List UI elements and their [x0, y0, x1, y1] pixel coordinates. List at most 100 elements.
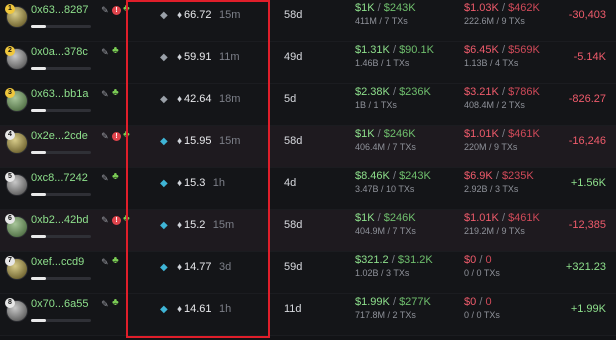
trader-cell[interactable]: 6 0xb2...42bd ✎ ! ♣ — [0, 210, 130, 251]
buy-alt-value: $236K — [399, 86, 431, 98]
holding-days: 58d — [284, 219, 303, 231]
table-row[interactable]: 2 0x0a...378c ✎ ♣ ◆ ♦ 59.91 11m 49d $1.3… — [0, 42, 616, 84]
edit-icon[interactable]: ✎ — [101, 216, 110, 225]
trade-amount: 15.95 — [184, 135, 212, 147]
activity-bar — [31, 151, 91, 154]
sell-value: $0 — [464, 254, 477, 266]
sell-separator: / — [495, 170, 499, 182]
frog-icon[interactable]: ♣ — [112, 172, 122, 182]
activity-bar-fill — [31, 277, 46, 280]
wallet-address-link[interactable]: 0x70...6a55 — [31, 298, 89, 310]
trade-amount: 14.77 — [184, 261, 212, 273]
pnl-value: +1.99K — [570, 303, 606, 315]
edit-icon[interactable]: ✎ — [101, 132, 110, 141]
buy-cell: $2.38K / $236K 1B / 1 TXs — [355, 86, 431, 110]
edit-icon[interactable]: ✎ — [101, 258, 110, 267]
sell-cell: $1.01K / $461K 219.2M / 9 TXs — [464, 212, 540, 236]
trader-cell[interactable]: 4 0x2e...2cde ✎ ! ♣ — [0, 126, 130, 167]
edit-icon[interactable]: ✎ — [101, 300, 110, 309]
trade-amount: 59.91 — [184, 51, 212, 63]
buy-separator: / — [392, 44, 396, 56]
wallet-address-link[interactable]: 0x63...8287 — [31, 4, 89, 16]
last-trade-cell: ◆ ♦ 14.61 1h — [160, 294, 270, 335]
sell-alt-value: $461K — [508, 128, 540, 140]
edit-icon[interactable]: ✎ — [101, 48, 110, 57]
sell-tx-summary: 220M / 9 TXs — [464, 142, 518, 152]
table-row[interactable]: 3 0x63...bb1a ✎ ♣ ◆ ♦ 42.64 18m 5d $2.38… — [0, 84, 616, 126]
sell-alt-value: 0 — [485, 296, 492, 308]
buy-value: $321.2 — [355, 254, 389, 266]
buy-separator: / — [377, 2, 381, 14]
table-row[interactable]: 5 0xc8...7242 ✎ ♣ ◆ ♦ 15.3 1h 4d $8.46K … — [0, 168, 616, 210]
whale-icon: ◆ — [160, 136, 168, 147]
last-trade-cell: ◆ ♦ 14.77 3d — [160, 252, 270, 293]
sell-tx-summary: 219.2M / 9 TXs — [464, 226, 525, 236]
sell-separator: / — [501, 44, 505, 56]
trade-time-ago: 1h — [219, 303, 232, 315]
wallet-address-link[interactable]: 0x0a...378c — [31, 46, 88, 58]
activity-bar-fill — [31, 235, 46, 238]
buy-alt-value: $246K — [383, 212, 416, 224]
activity-bar — [31, 277, 91, 280]
edit-icon[interactable]: ✎ — [101, 174, 110, 183]
whale-icon: ◆ — [160, 262, 168, 273]
trader-cell[interactable]: 7 0xef...ccd9 ✎ ♣ — [0, 252, 126, 293]
trader-cell[interactable]: 5 0xc8...7242 ✎ ♣ — [0, 168, 126, 209]
activity-bar — [31, 109, 91, 112]
frog-icon[interactable]: ♣ — [123, 130, 133, 140]
frog-icon[interactable]: ♣ — [123, 214, 133, 224]
wallet-address-link[interactable]: 0xef...ccd9 — [31, 256, 84, 268]
wallet-address-link[interactable]: 0x2e...2cde — [31, 130, 88, 142]
pnl-value: -826.27 — [568, 93, 606, 105]
sell-tx-summary: 222.6M / 9 TXs — [464, 16, 525, 26]
table-row[interactable]: 7 0xef...ccd9 ✎ ♣ ◆ ♦ 14.77 3d 59d $321.… — [0, 252, 616, 294]
buy-value: $1.99K — [355, 296, 390, 308]
frog-icon[interactable]: ♣ — [112, 88, 122, 98]
buy-separator: / — [391, 254, 395, 266]
sell-value: $1.01K — [464, 212, 499, 224]
wallet-address-link[interactable]: 0xb2...42bd — [31, 214, 89, 226]
trader-cell[interactable]: 2 0x0a...378c ✎ ♣ — [0, 42, 126, 83]
frog-icon[interactable]: ♣ — [123, 4, 133, 14]
table-row[interactable]: 1 0x63...8287 ✎ ! ♣ ◆ ♦ 66.72 15m 58d $1… — [0, 0, 616, 42]
buy-cell: $321.2 / $31.2K 1.02B / 3 TXs — [355, 254, 433, 278]
buy-value: $1K — [355, 2, 375, 14]
sell-alt-value: $462K — [508, 2, 540, 14]
table-row[interactable]: 6 0xb2...42bd ✎ ! ♣ ◆ ♦ 15.2 15m 58d $1K… — [0, 210, 616, 252]
buy-tx-summary: 717.8M / 2 TXs — [355, 310, 416, 320]
wallet-address-link[interactable]: 0x63...bb1a — [31, 88, 89, 100]
alert-icon: ! — [112, 216, 122, 225]
frog-icon[interactable]: ♣ — [112, 298, 122, 308]
wallet-address-link[interactable]: 0xc8...7242 — [31, 172, 88, 184]
trade-amount: 14.61 — [184, 303, 212, 315]
sell-value: $1.03K — [464, 2, 499, 14]
whale-icon: ◆ — [160, 220, 168, 231]
sell-separator: / — [501, 2, 505, 14]
buy-cell: $1K / $246K 406.4M / 7 TXs — [355, 128, 416, 152]
whale-icon: ◆ — [160, 52, 168, 63]
trader-cell[interactable]: 3 0x63...bb1a ✎ ♣ — [0, 84, 126, 125]
rank-badge: 3 — [5, 88, 15, 98]
trade-time-ago: 1h — [212, 177, 226, 189]
sell-cell: $0 / 0 0 / 0 TXs — [464, 254, 500, 278]
frog-icon[interactable]: ♣ — [112, 46, 122, 56]
edit-icon[interactable]: ✎ — [101, 90, 110, 99]
frog-icon[interactable]: ♣ — [112, 256, 122, 266]
buy-cell: $1K / $246K 404.9M / 7 TXs — [355, 212, 416, 236]
whale-icon: ◆ — [160, 10, 168, 21]
sell-cell: $6.9K / $235K 2.92B / 3 TXs — [464, 170, 534, 194]
trader-cell[interactable]: 8 0x70...6a55 ✎ ♣ — [0, 294, 126, 335]
trade-time-ago: 15m — [219, 135, 241, 147]
trade-amount: 15.3 — [184, 177, 206, 189]
trader-cell[interactable]: 1 0x63...8287 ✎ ! ♣ — [0, 0, 130, 41]
table-row[interactable]: 4 0x2e...2cde ✎ ! ♣ ◆ ♦ 15.95 15m 58d $1… — [0, 126, 616, 168]
activity-bar-fill — [31, 193, 46, 196]
holding-days: 11d — [284, 303, 302, 315]
edit-icon[interactable]: ✎ — [101, 6, 110, 15]
sell-separator: / — [479, 296, 483, 308]
sell-value: $1.01K — [464, 128, 499, 140]
sell-cell: $3.21K / $786K 408.4M / 2 TXs — [464, 86, 540, 110]
activity-bar-fill — [31, 67, 46, 70]
table-row[interactable]: 8 0x70...6a55 ✎ ♣ ◆ ♦ 14.61 1h 11d $1.99… — [0, 294, 616, 336]
sell-separator: / — [501, 86, 505, 98]
